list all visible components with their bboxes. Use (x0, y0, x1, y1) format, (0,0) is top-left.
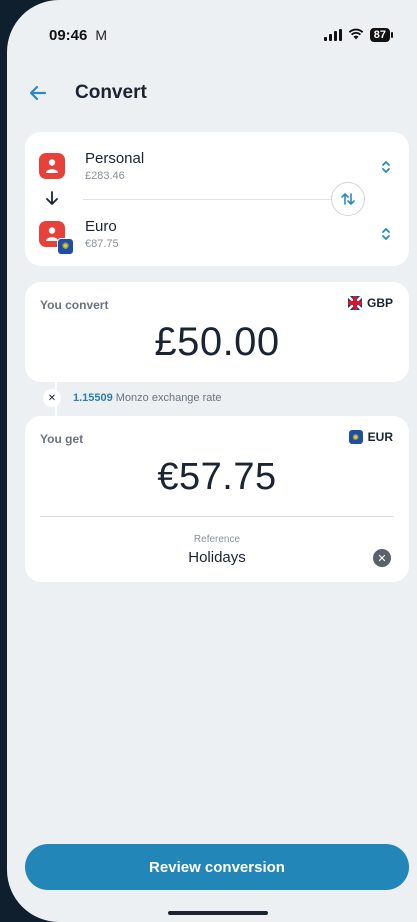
to-account-name: Euro (85, 218, 117, 235)
swap-accounts-button[interactable] (331, 182, 365, 216)
source-currency-selector[interactable]: GBP (347, 296, 393, 310)
convert-amount-input[interactable]: £50.00 (25, 320, 409, 365)
signal-icon (323, 29, 342, 41)
chevron-updown-icon[interactable] (381, 227, 391, 242)
to-account-row[interactable]: ✺ Euro €87.75 (39, 218, 395, 255)
from-account-name: Personal (85, 150, 145, 167)
status-bar: 09:46 M 87 (49, 24, 393, 46)
phone-screen: 09:46 M 87 Convert Personal £283.46 ✺ Eu… (7, 0, 417, 922)
exchange-rate-value: 1.15509 (73, 392, 113, 404)
source-currency-code: GBP (366, 296, 393, 310)
reference-divider (40, 516, 394, 517)
you-convert-label: You convert (40, 298, 109, 312)
reference-label: Reference (193, 534, 241, 545)
get-amount-input[interactable]: €57.75 (25, 456, 409, 499)
status-time: 09:46 (49, 26, 88, 44)
person-icon: ✺ (39, 221, 74, 255)
mail-notification-icon: M (95, 27, 108, 43)
exchange-rate-row: ✕ 1.15509 Monzo exchange rate (43, 389, 222, 407)
target-currency-code: EUR (367, 430, 393, 444)
back-arrow-icon[interactable] (25, 80, 51, 106)
header: Convert (25, 78, 399, 108)
chevron-updown-icon[interactable] (381, 160, 391, 175)
you-get-card: You get ✺ EUR €57.75 Reference Holidays … (25, 416, 409, 582)
down-arrow-icon (39, 190, 65, 211)
eu-flag-icon: ✺ (57, 238, 74, 255)
you-get-label: You get (40, 432, 84, 446)
uk-flag-icon (347, 296, 362, 310)
target-currency-selector[interactable]: ✺ EUR (348, 430, 393, 444)
page-title: Convert (75, 82, 147, 103)
home-indicator[interactable] (168, 911, 268, 915)
person-icon (39, 153, 65, 179)
account-divider (83, 199, 357, 200)
from-account-balance: £283.46 (85, 170, 125, 182)
eu-flag-icon: ✺ (348, 430, 363, 444)
battery-level: 87 (369, 28, 390, 42)
from-account-row[interactable]: Personal £283.46 (39, 150, 395, 182)
account-selector-card: Personal £283.46 ✺ Euro €87.75 (25, 132, 409, 266)
wifi-icon (348, 27, 364, 43)
to-account-balance: €87.75 (85, 238, 119, 250)
reference-input[interactable]: Holidays (25, 549, 409, 566)
review-conversion-button[interactable]: Review conversion (25, 844, 409, 890)
exchange-rate-text: Monzo exchange rate (115, 392, 222, 404)
you-convert-card: You convert GBP £50.00 (25, 282, 409, 382)
battery-icon: 87 (369, 28, 393, 42)
close-icon[interactable]: ✕ (43, 389, 61, 407)
clear-icon[interactable]: ✕ (373, 549, 391, 567)
